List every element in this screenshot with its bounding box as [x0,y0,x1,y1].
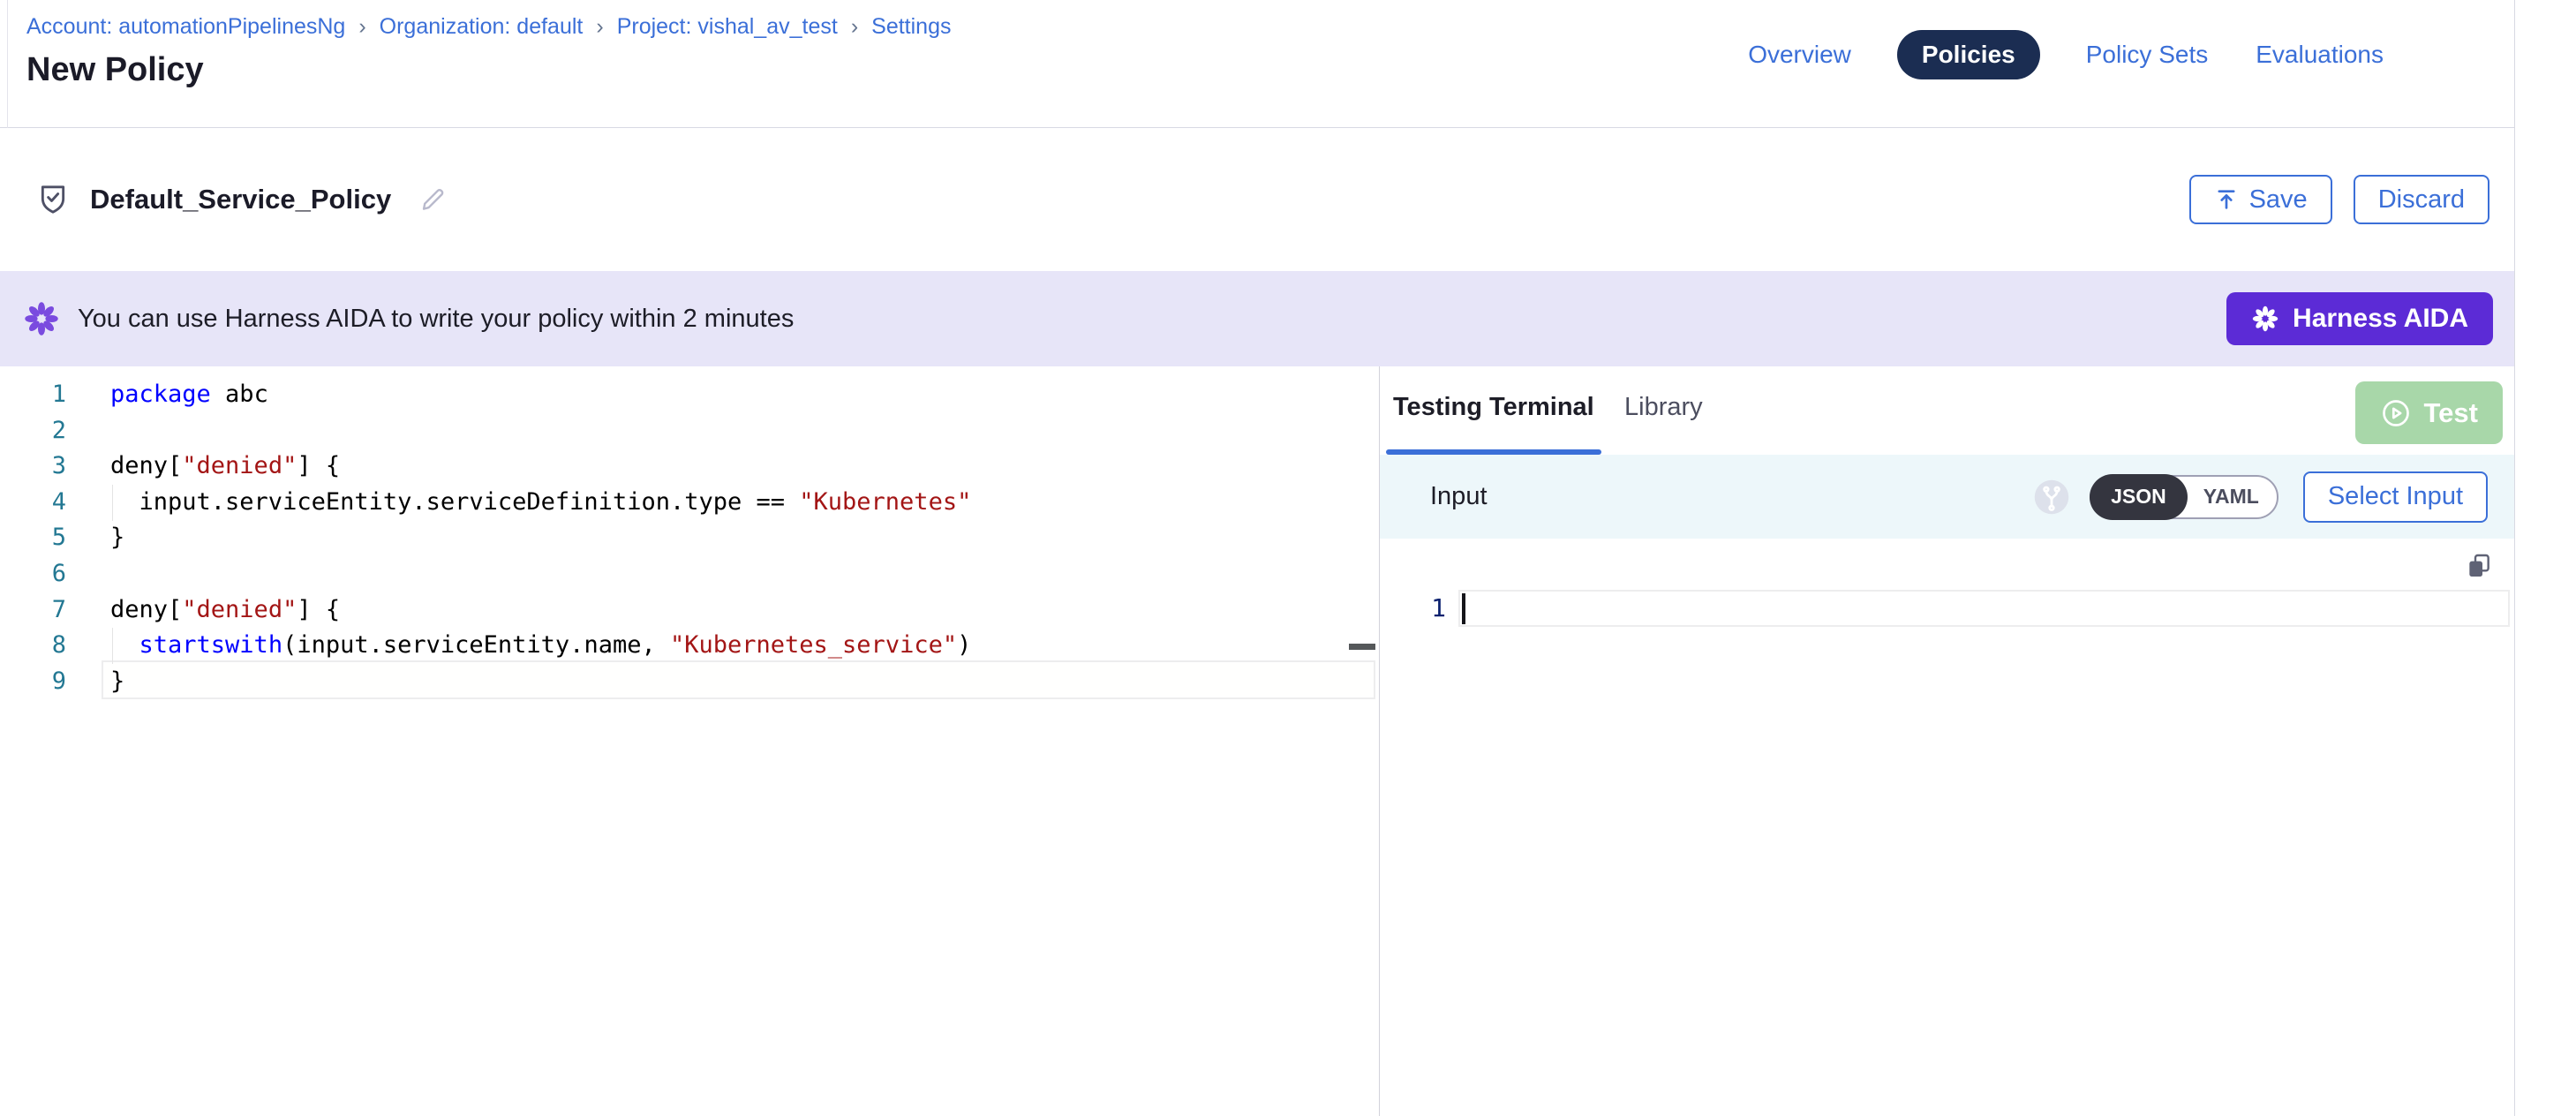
edit-policy-name-button[interactable] [418,185,448,215]
left-edge-divider [7,0,8,128]
aida-banner: You can use Harness AIDA to write your p… [0,271,2514,366]
line-number: 9 [0,664,66,700]
code-text: } [110,520,124,556]
right-edge-divider [2514,0,2515,1116]
save-button-label: Save [2249,185,2308,215]
line-number: 3 [0,449,66,485]
policy-toolbar: Default_Service_Policy Save Discard [0,128,2514,271]
tab-policy-sets[interactable]: Policy Sets [2084,30,2211,79]
code-line[interactable]: 6 [0,556,1375,592]
code-line[interactable]: 4 input.serviceEntity.serviceDefinition.… [0,485,1375,521]
breadcrumb-chevron-icon: › [851,14,858,40]
page-header: Account: automationPipelinesNg › Organiz… [0,0,2514,128]
policy-code-editor[interactable]: 1package abc23deny["denied"] {4 input.se… [0,366,1379,1116]
play-circle-icon [2380,397,2412,429]
policy-name: Default_Service_Policy [90,184,391,215]
line-number: 5 [0,520,66,556]
code-line[interactable]: 9} [0,664,1375,700]
breadcrumb-chevron-icon: › [358,14,365,40]
code-line[interactable]: 5} [0,520,1375,556]
harness-aida-button-label: Harness AIDA [2293,304,2468,334]
discard-button[interactable]: Discard [2354,175,2489,224]
test-button-label: Test [2424,397,2478,429]
input-line-number: 1 [1397,593,1446,622]
input-header-row: Input JSON YAML Select Input [1380,455,2514,539]
testing-panel: Testing Terminal Library Test Input [1380,366,2514,1116]
code-text: } [110,664,124,700]
aida-banner-message: You can use Harness AIDA to write your p… [78,305,794,334]
breadcrumb: Account: automationPipelinesNg › Organiz… [26,14,951,40]
fork-icon [2033,479,2070,516]
select-input-button[interactable]: Select Input [2303,471,2488,523]
input-editor[interactable]: 1 [1380,539,2514,1116]
line-number: 1 [0,377,66,413]
breadcrumb-settings-link[interactable]: Settings [871,14,951,40]
line-number: 6 [0,556,66,592]
format-option-json[interactable]: JSON [2090,474,2188,520]
breadcrumb-account-link[interactable]: Account: automationPipelinesNg [26,14,345,40]
test-button[interactable]: Test [2355,381,2503,444]
tab-library[interactable]: Library [1624,393,1703,422]
editor-scrollbar-thumb[interactable] [1349,644,1375,650]
pencil-icon [418,185,448,215]
format-option-yaml[interactable]: YAML [2186,475,2277,519]
line-number: 4 [0,485,66,521]
shield-check-icon [35,180,71,219]
code-text: input.serviceEntity.serviceDefinition.ty… [110,485,971,521]
line-number: 2 [0,413,66,449]
header-tabs: Overview Policies Policy Sets Evaluation… [1746,30,2385,79]
breadcrumb-chevron-icon: › [596,14,603,40]
format-toggle: JSON YAML [2090,475,2278,519]
code-line[interactable]: 1 package abc [0,377,1375,413]
upload-icon [2214,187,2239,212]
input-section-label: Input [1430,482,1488,511]
save-button[interactable]: Save [2189,175,2332,224]
copy-icon[interactable] [2465,552,2493,584]
page-title: New Policy [26,51,204,89]
code-line[interactable]: 7 deny["denied"] { [0,592,1375,629]
code-text: package abc [110,377,268,413]
current-line-highlight [1458,590,2510,627]
aida-flower-icon [2251,305,2279,333]
aida-flower-icon [23,300,60,337]
code-text: startswith(input.serviceEntity.name, "Ku… [110,628,971,664]
code-line[interactable]: 8 startswith(input.serviceEntity.name, "… [0,628,1375,664]
breadcrumb-organization-link[interactable]: Organization: default [380,14,584,40]
policy-editor-page: Account: automationPipelinesNg › Organiz… [0,0,2576,1116]
code-line[interactable]: 3 deny["denied"] { [0,449,1375,485]
code-text: deny["denied"] { [110,592,340,629]
breadcrumb-project-link[interactable]: Project: vishal_av_test [617,14,838,40]
harness-aida-button[interactable]: Harness AIDA [2226,292,2493,345]
text-cursor [1462,593,1465,624]
code-text: deny["denied"] { [110,449,340,485]
line-number: 8 [0,628,66,664]
discard-button-label: Discard [2378,185,2465,215]
code-line[interactable]: 2 [0,413,1375,449]
tab-policies[interactable]: Policies [1897,30,2040,79]
tab-evaluations[interactable]: Evaluations [2254,30,2385,79]
tab-overview[interactable]: Overview [1746,30,1853,79]
tab-testing-terminal[interactable]: Testing Terminal [1393,393,1594,422]
line-number: 7 [0,592,66,629]
code-lines: 1package abc23deny["denied"] {4 input.se… [0,377,1375,699]
